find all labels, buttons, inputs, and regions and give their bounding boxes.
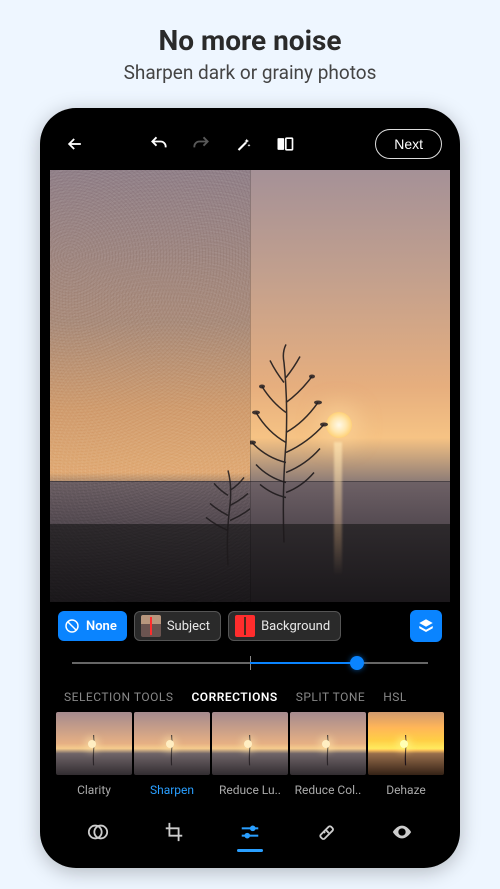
preset-thumb [212, 712, 288, 775]
layers-button[interactable] [410, 610, 442, 642]
promo-subtitle: Sharpen dark or grainy photos [124, 61, 377, 84]
preset-thumb [56, 712, 132, 775]
tab-selection-tools[interactable]: SELECTION TOOLS [64, 690, 173, 704]
preset-label: Clarity [77, 783, 111, 797]
nav-crop-icon[interactable] [152, 810, 196, 854]
tab-split-tone[interactable]: SPLIT TONE [296, 690, 366, 704]
redo-icon[interactable] [184, 127, 218, 161]
background-thumb-icon [235, 615, 255, 637]
preset-thumb [368, 712, 444, 775]
mask-selector-row: None Subject Background [50, 602, 450, 646]
image-canvas[interactable] [50, 170, 450, 602]
preset-reduce-color[interactable]: Reduce Col.. [290, 712, 366, 797]
mask-none-label: None [86, 619, 117, 634]
before-image [50, 170, 250, 602]
preset-label: Reduce Lu.. [219, 783, 281, 797]
bottom-nav [50, 807, 450, 857]
device-frame: Next [40, 108, 460, 868]
preset-dehaze[interactable]: Dehaze [368, 712, 444, 797]
preset-clarity[interactable]: Clarity [56, 712, 132, 797]
preset-thumb [290, 712, 366, 775]
back-arrow-icon[interactable] [58, 127, 92, 161]
preset-label: Reduce Col.. [295, 783, 362, 797]
tab-hsl[interactable]: HSL [383, 690, 407, 704]
mask-subject-chip[interactable]: Subject [134, 611, 221, 641]
mask-subject-label: Subject [167, 619, 210, 634]
promo-title: No more noise [158, 24, 341, 57]
subject-thumb-icon [141, 615, 161, 637]
nav-looks-icon[interactable] [76, 810, 120, 854]
preset-label: Sharpen [150, 783, 194, 797]
adjustment-slider[interactable] [50, 646, 450, 680]
nav-adjust-sliders-icon[interactable] [228, 810, 272, 854]
nav-redeye-icon[interactable] [380, 810, 424, 854]
undo-icon[interactable] [142, 127, 176, 161]
mask-none-chip[interactable]: None [58, 611, 127, 641]
mask-background-chip[interactable]: Background [228, 611, 341, 641]
category-tabs: SELECTION TOOLS CORRECTIONS SPLIT TONE H… [50, 680, 450, 712]
preset-sharpen[interactable]: Sharpen [134, 712, 210, 797]
top-toolbar: Next [50, 122, 450, 166]
preset-label: Dehaze [386, 783, 426, 797]
split-divider[interactable] [250, 170, 251, 602]
preset-reduce-luminance[interactable]: Reduce Lu.. [212, 712, 288, 797]
mask-background-label: Background [261, 619, 330, 634]
preset-thumb [134, 712, 210, 775]
compare-icon[interactable] [268, 127, 302, 161]
preset-strip: Clarity Sharpen Reduce Lu.. Reduce Col..… [50, 712, 450, 797]
slider-knob[interactable] [350, 656, 364, 670]
tab-corrections[interactable]: CORRECTIONS [191, 690, 277, 704]
after-image [250, 170, 450, 602]
magic-wand-icon[interactable] [226, 127, 260, 161]
next-button[interactable]: Next [375, 129, 442, 159]
nav-heal-icon[interactable] [304, 810, 348, 854]
